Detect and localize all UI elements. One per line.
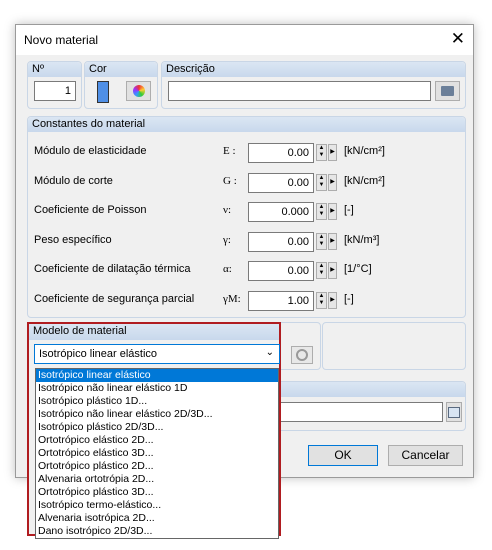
material-model-option[interactable]: Ortotrópico plástico 2D...: [36, 460, 278, 473]
arrow-right-icon[interactable]: ▶: [328, 232, 337, 250]
library-button[interactable]: [435, 81, 460, 101]
material-model-options: Isotrópico linear elástico Isotrópico não…: [35, 368, 279, 539]
description-group: Descrição: [161, 61, 466, 109]
arrow-right-icon[interactable]: ▶: [328, 203, 337, 220]
material-model-select[interactable]: Isotrópico linear elástico ⌄: [34, 344, 280, 364]
constant-unit: [kN/cm²]: [344, 145, 385, 157]
spin-buttons[interactable]: ▲ ▼: [316, 144, 327, 161]
material-model-option[interactable]: Isotrópico linear elástico: [36, 369, 278, 382]
arrow-right-icon[interactable]: ▶: [328, 262, 337, 279]
number-label: Nº: [32, 63, 44, 75]
number-field[interactable]: 1: [34, 81, 76, 101]
constant-value-field[interactable]: 0.000: [248, 202, 314, 222]
cancel-button[interactable]: Cancelar: [388, 445, 463, 466]
constant-unit: [kN/m³]: [344, 233, 380, 246]
material-model-option[interactable]: Ortotrópico elástico 2D...: [36, 434, 278, 447]
material-model-option[interactable]: Dano isotrópico 2D/3D...: [36, 525, 278, 538]
constant-label: Módulo de corte: [34, 174, 113, 187]
color-swatch: [97, 81, 109, 103]
constant-label: Peso específico: [34, 233, 112, 246]
arrow-right-icon[interactable]: ▶: [328, 291, 337, 309]
constant-label: Módulo de elasticidade: [34, 145, 147, 157]
constant-label: Coeficiente de segurança parcial: [34, 292, 195, 305]
description-field[interactable]: [168, 81, 431, 101]
model-details-button[interactable]: [291, 346, 313, 364]
model-aux-group: [276, 322, 321, 370]
number-group: Nº 1: [27, 61, 82, 109]
constant-symbol: ν:: [223, 204, 232, 216]
material-model-option[interactable]: Alvenaria isotrópica 2D...: [36, 512, 278, 525]
material-model-option[interactable]: Isotrópico plástico 1D...: [36, 395, 278, 408]
magnifier-icon: [296, 349, 308, 361]
material-model-option[interactable]: Alvenaria ortotrópia 2D...: [36, 473, 278, 486]
description-label: Descrição: [166, 63, 215, 75]
palette-icon: [132, 85, 145, 97]
constant-label: Coeficiente de Poisson: [34, 204, 147, 216]
material-model-option[interactable]: Ortotrópico plástico 3D...: [36, 486, 278, 499]
material-model-option[interactable]: Isotrópico não linear elástico 1D: [36, 382, 278, 395]
material-model-option[interactable]: Isotrópico termo-elástico...: [36, 499, 278, 512]
constant-value-field[interactable]: 0.00: [248, 172, 314, 193]
arrow-right-icon[interactable]: ▶: [328, 144, 337, 161]
book-icon: [441, 86, 454, 96]
color-label: Cor: [89, 63, 107, 75]
constant-unit: [1/°C]: [344, 263, 372, 275]
material-model-option[interactable]: Isotrópico não linear elástico 2D/3D...: [36, 408, 278, 421]
constant-symbol: α:: [223, 263, 232, 275]
window-icon: [448, 407, 460, 418]
constant-value-field[interactable]: 1.00: [248, 290, 314, 311]
dialog-title: Novo material: [24, 33, 99, 47]
constant-symbol: γM:: [223, 292, 241, 305]
spin-buttons[interactable]: ▲ ▼: [316, 203, 327, 220]
spin-buttons[interactable]: ▲ ▼: [316, 173, 327, 191]
constant-value-field[interactable]: 0.00: [248, 231, 314, 252]
model-header: Modelo de material: [33, 325, 127, 337]
constant-symbol: E :: [223, 145, 236, 157]
spin-buttons[interactable]: ▲ ▼: [316, 291, 327, 309]
ok-button[interactable]: OK: [308, 445, 378, 466]
arrow-right-icon[interactable]: ▶: [328, 173, 337, 191]
constant-unit: [-]: [344, 292, 354, 305]
constant-symbol: G :: [223, 174, 237, 187]
color-picker-button[interactable]: [126, 81, 151, 101]
constant-value-field[interactable]: 0.00: [248, 143, 314, 163]
material-model-panel: Modelo de material Isotrópico linear elá…: [27, 322, 281, 539]
constant-value-field[interactable]: 0.00: [248, 261, 314, 281]
title-bar: Novo material ✕: [16, 25, 473, 55]
material-model-selected: Isotrópico linear elástico: [39, 348, 158, 360]
constant-label: Coeficiente de dilatação térmica: [34, 263, 191, 275]
spin-buttons[interactable]: ▲ ▼: [316, 232, 327, 250]
color-group: Cor: [84, 61, 158, 109]
material-model-option[interactable]: Ortotrópico elástico 3D...: [36, 447, 278, 460]
constants-group: Constantes do material Módulo de elastic…: [27, 116, 466, 318]
close-icon[interactable]: ✕: [451, 29, 465, 49]
spin-buttons[interactable]: ▲ ▼: [316, 262, 327, 279]
lower-select-button[interactable]: [446, 402, 462, 422]
constant-unit: [-]: [344, 204, 354, 216]
constant-unit: [kN/cm²]: [344, 174, 385, 187]
material-model-option[interactable]: Isotrópico plástico 2D/3D...: [36, 421, 278, 434]
model-params-group: [322, 322, 466, 370]
constants-header: Constantes do material: [32, 118, 146, 130]
chevron-down-icon: ⌄: [265, 347, 274, 358]
constant-symbol: γ:: [223, 233, 231, 246]
